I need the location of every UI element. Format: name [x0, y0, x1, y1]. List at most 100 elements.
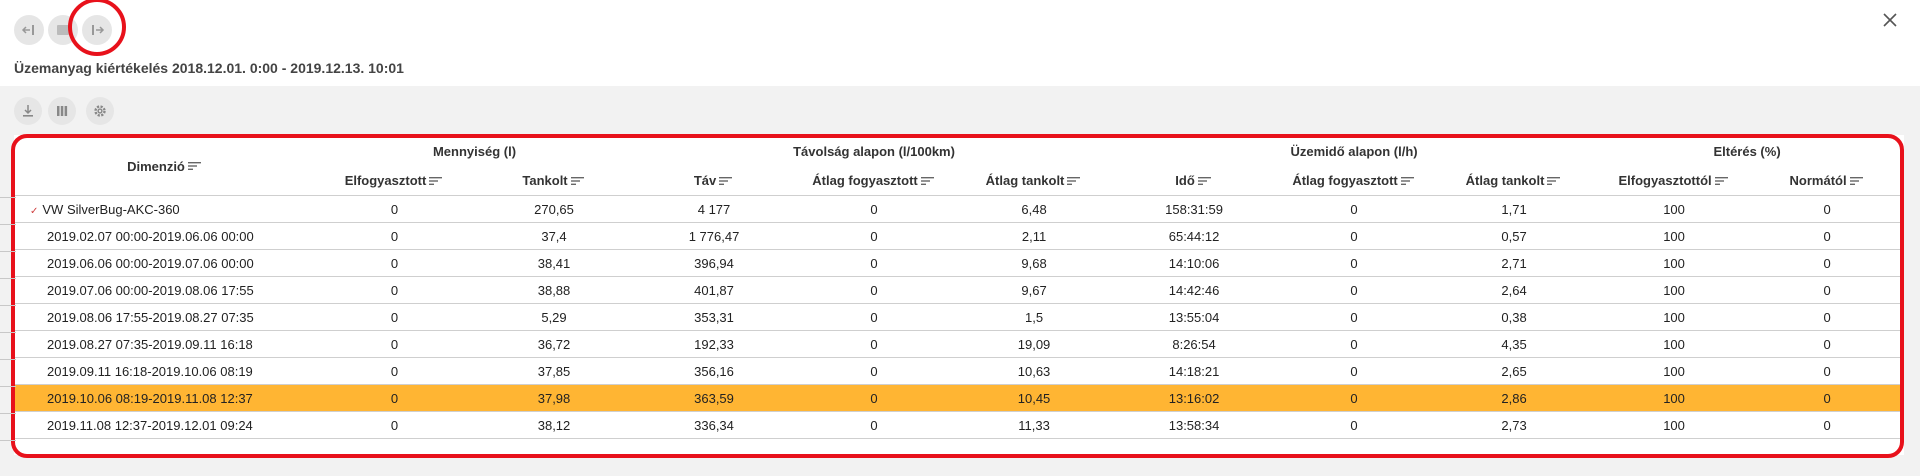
download-icon: [23, 105, 33, 117]
table-cell: 2,64: [1434, 276, 1595, 304]
expand-caret-icon[interactable]: ✓: [30, 206, 38, 217]
table-cell: 0: [1754, 276, 1901, 304]
column-header[interactable]: Átlag fogyasztott: [794, 166, 954, 196]
table-cell: 353,31: [634, 303, 795, 331]
table-cell: 0: [1754, 222, 1901, 250]
table-cell: 0: [1754, 357, 1901, 385]
sort-icon: [1849, 176, 1863, 185]
table-cell: 9,68: [954, 249, 1115, 277]
column-header[interactable]: Átlag tankolt: [954, 166, 1114, 196]
group-header-quantity: Mennyiség (l): [432, 144, 517, 159]
table-cell: 2,73: [1434, 411, 1595, 439]
table-row-vehicle[interactable]: ✓ VW SilverBug-AKC-360 0 270,65 4 177 0 6,48 15…: [15, 195, 1901, 223]
table-cell: 0: [1274, 357, 1435, 385]
table-cell: 0: [794, 384, 955, 412]
table-cell: 13:55:04: [1114, 303, 1275, 331]
table-cell: 19,09: [954, 330, 1115, 358]
page-title: Üzemanyag kiértékelés 2018.12.01. 0:00 -…: [14, 60, 404, 76]
table-cell: 2,71: [1434, 249, 1595, 277]
table-cell: 0: [1754, 330, 1901, 358]
table-cell: 192,33: [634, 330, 795, 358]
table-row[interactable]: 2019.11.08 12:37-2019.12.01 09:24 0 38,12 3…: [15, 411, 1901, 439]
group-header-deviation: Eltérés (%): [1713, 144, 1781, 159]
table-cell: 0: [1754, 249, 1901, 277]
table-row[interactable]: 2019.02.07 00:00-2019.06.06 00:00 0 37,4 1 …: [15, 222, 1901, 250]
dimension-cell: 2019.07.06 00:00-2019.08.06 17:55: [15, 276, 315, 304]
row-divider: [0, 251, 16, 252]
table-row[interactable]: 2019.10.06 08:19-2019.11.08 12:37 0 37,98 3…: [15, 384, 1901, 412]
column-header[interactable]: Táv: [634, 166, 794, 196]
columns-icon: [57, 106, 68, 116]
fuel-evaluation-table: Dimenzió Mennyiség (l) Távolság alapon (…: [15, 137, 1901, 439]
column-header[interactable]: Normától: [1754, 166, 1900, 196]
column-header[interactable]: Átlag tankolt: [1434, 166, 1594, 196]
column-header[interactable]: Tankolt: [474, 166, 634, 196]
column-header[interactable]: Elfogyasztottól: [1594, 166, 1754, 196]
row-divider: [0, 278, 16, 279]
sort-icon: [429, 176, 443, 185]
columns-button[interactable]: [48, 97, 76, 125]
table-cell: 100: [1594, 330, 1755, 358]
table-cell: 0,57: [1434, 222, 1595, 250]
column-header[interactable]: Elfogyasztott: [315, 166, 474, 196]
column-header[interactable]: Átlag fogyasztott: [1274, 166, 1434, 196]
table-cell: 11,33: [954, 411, 1115, 439]
column-header-dimension[interactable]: Dimenzió: [15, 137, 315, 196]
download-button[interactable]: [14, 97, 42, 125]
row-divider: [0, 224, 16, 225]
table-cell: 0: [315, 411, 474, 439]
sort-icon: [570, 176, 584, 185]
back-button[interactable]: [14, 15, 44, 45]
table-cell: 37,4: [474, 222, 635, 250]
table-cell: 0: [794, 411, 955, 439]
table-cell: 0,38: [1434, 303, 1595, 331]
dimension-cell: 2019.09.11 16:18-2019.10.06 08:19: [15, 357, 315, 385]
table-cell: 0: [315, 195, 474, 223]
table-cell: 270,65: [474, 195, 635, 223]
table-cell: 10,63: [954, 357, 1115, 385]
table-row[interactable]: 2019.08.06 17:55-2019.08.27 07:35 0 5,29 35…: [15, 303, 1901, 331]
table-cell: 401,87: [634, 276, 795, 304]
table-row[interactable]: 2019.09.11 16:18-2019.10.06 08:19 0 37,85 3…: [15, 357, 1901, 385]
table-cell: 0: [1754, 195, 1901, 223]
dimension-cell: 2019.08.27 07:35-2019.09.11 16:18: [15, 330, 315, 358]
table-cell: 0: [794, 303, 955, 331]
table-cell: 0: [794, 249, 955, 277]
dimension-cell: 2019.06.06 00:00-2019.07.06 00:00: [15, 249, 315, 277]
close-button[interactable]: [1880, 10, 1900, 30]
table-cell: 100: [1594, 303, 1755, 331]
sort-icon: [1067, 176, 1081, 185]
table-cell: 0: [315, 384, 474, 412]
table-cell: 0: [315, 222, 474, 250]
table-cell: 14:10:06: [1114, 249, 1275, 277]
settings-button[interactable]: [86, 97, 114, 125]
table-cell: 0: [1274, 330, 1435, 358]
column-header[interactable]: Idő: [1114, 166, 1274, 196]
table-row[interactable]: 2019.06.06 00:00-2019.07.06 00:00 0 38,41 3…: [15, 249, 1901, 277]
table-cell: 9,67: [954, 276, 1115, 304]
table-cell: 2,65: [1434, 357, 1595, 385]
table-cell: 14:18:21: [1114, 357, 1275, 385]
gear-icon: [94, 105, 106, 117]
table-cell: 13:16:02: [1114, 384, 1275, 412]
table-cell: 37,98: [474, 384, 635, 412]
row-divider: [0, 413, 16, 414]
table-row[interactable]: 2019.08.27 07:35-2019.09.11 16:18 0 36,72 1…: [15, 330, 1901, 358]
sort-icon: [719, 176, 733, 185]
table-cell: 38,41: [474, 249, 635, 277]
table-cell: 4 177: [634, 195, 795, 223]
table-cell: 100: [1594, 195, 1755, 223]
highlight-circle: [68, 0, 126, 56]
table-cell: 100: [1594, 357, 1755, 385]
table-cell: 0: [1754, 411, 1901, 439]
sort-icon: [187, 162, 201, 170]
table-cell: 0: [1274, 249, 1435, 277]
table-cell: 38,12: [474, 411, 635, 439]
table-cell: 10,45: [954, 384, 1115, 412]
table-row[interactable]: 2019.07.06 00:00-2019.08.06 17:55 0 38,88 4…: [15, 276, 1901, 304]
table-cell: 0: [315, 330, 474, 358]
table-cell: 36,72: [474, 330, 635, 358]
table-cell: 0: [1754, 303, 1901, 331]
table-cell: 0: [794, 195, 955, 223]
table-cell: 4,35: [1434, 330, 1595, 358]
